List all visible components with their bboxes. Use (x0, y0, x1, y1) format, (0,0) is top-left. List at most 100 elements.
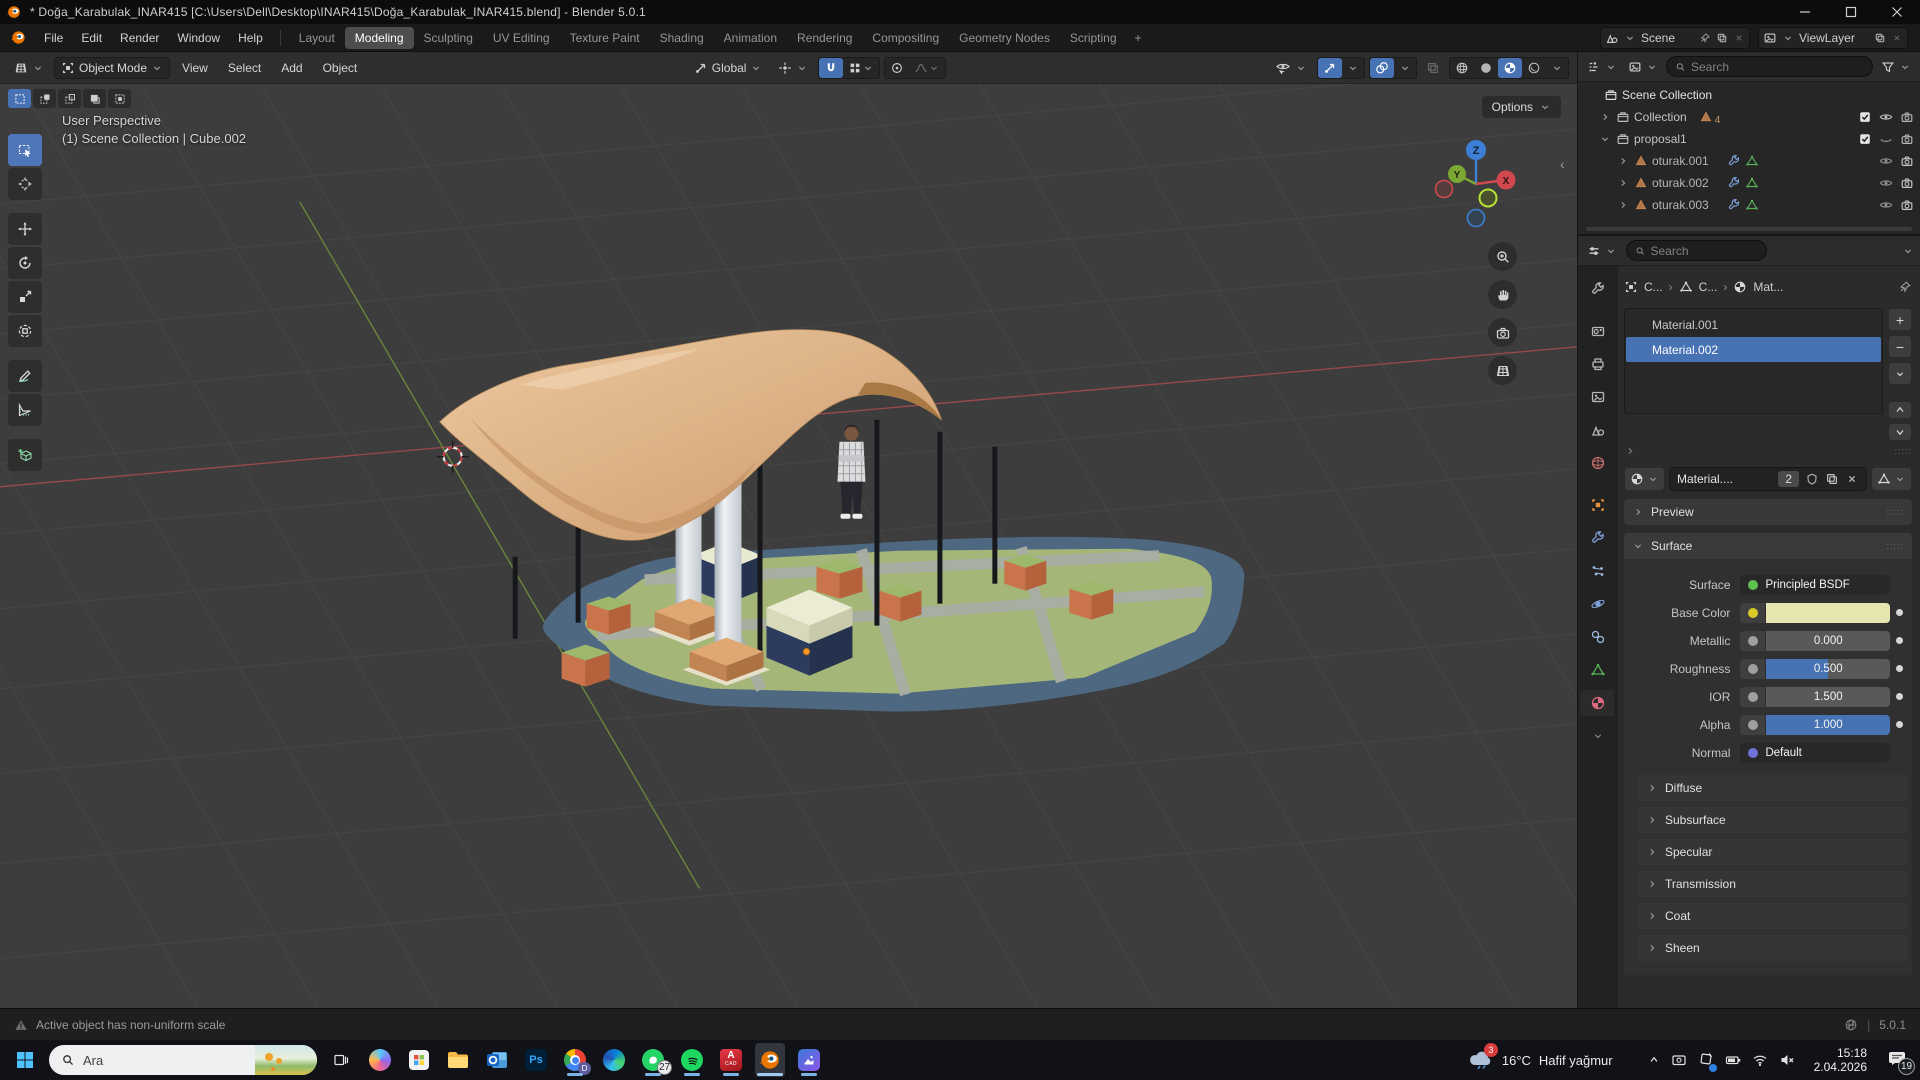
breadcrumb-mesh[interactable]: C... (1699, 280, 1718, 294)
screen-cast-icon[interactable] (1671, 1052, 1687, 1068)
shading-material-preview-button[interactable] (1498, 58, 1522, 78)
panel-grip[interactable]: ::::: (1886, 541, 1904, 551)
viewport-canvas[interactable]: User Perspective (1) Scene Collection | … (0, 84, 1577, 1008)
delete-scene-icon[interactable] (1733, 32, 1745, 44)
select-subtract-button[interactable] (58, 89, 81, 108)
proportional-editing-toggle[interactable] (885, 58, 909, 78)
panel-surface[interactable]: Surface ::::: (1624, 533, 1912, 559)
workspace-tab-modeling[interactable]: Modeling (345, 27, 414, 49)
3d-viewport[interactable]: Object Mode View Select Add Object Globa… (0, 52, 1578, 1008)
alpha-slider[interactable]: 1.000 (1766, 715, 1890, 735)
scene-selector[interactable]: Scene (1600, 27, 1750, 49)
base-color-socket[interactable] (1740, 603, 1766, 623)
alpha-socket[interactable] (1740, 715, 1766, 735)
workspace-tab-rendering[interactable]: Rendering (787, 27, 862, 49)
snap-toggle[interactable] (819, 58, 843, 78)
menu-render[interactable]: Render (111, 27, 168, 49)
panel-coat[interactable]: Coat (1638, 903, 1908, 929)
tab-physics[interactable] (1582, 591, 1614, 617)
view-layer-selector[interactable]: ViewLayer (1758, 27, 1908, 49)
tab-strip-overflow-chevron[interactable] (1582, 723, 1614, 749)
orthographic-toggle-button[interactable] (1488, 356, 1517, 385)
animate-roughness-dot[interactable] (1890, 665, 1908, 672)
fake-user-shield-icon[interactable] (1805, 472, 1819, 486)
shading-wireframe-button[interactable] (1450, 58, 1474, 78)
tab-object[interactable] (1582, 492, 1614, 518)
proportional-falloff-dropdown[interactable] (909, 58, 945, 78)
menu-add[interactable]: Add (273, 57, 310, 79)
checkbox-icon[interactable] (1858, 110, 1872, 124)
tab-object-data[interactable] (1582, 657, 1614, 683)
camera-render-icon[interactable] (1900, 176, 1914, 190)
camera-render-icon[interactable] (1900, 198, 1914, 212)
metallic-socket[interactable] (1740, 631, 1766, 651)
camera-view-button[interactable] (1488, 318, 1517, 347)
tool-move[interactable] (8, 213, 42, 245)
whatsapp-icon[interactable]: 27 (638, 1043, 668, 1077)
camera-render-icon[interactable] (1900, 154, 1914, 168)
outliner-filter-dropdown[interactable] (1878, 58, 1914, 76)
properties-search[interactable] (1626, 240, 1767, 261)
menu-view[interactable]: View (174, 57, 216, 79)
menu-edit[interactable]: Edit (72, 27, 111, 49)
material-slot-001[interactable]: Material.001 (1626, 312, 1881, 337)
workspace-tab-animation[interactable]: Animation (714, 27, 787, 49)
shading-dropdown[interactable] (1546, 58, 1568, 78)
blender-app-menu-icon[interactable] (10, 29, 27, 46)
weather-widget[interactable]: 3 16°C Hafif yağmur (1468, 1049, 1613, 1072)
unlink-icon[interactable] (1845, 472, 1859, 486)
metallic-slider[interactable]: 0.000 (1766, 631, 1890, 651)
3d-scene[interactable] (0, 84, 1577, 1007)
outliner-row-oturak-001[interactable]: oturak.001 (1578, 150, 1920, 172)
eye-icon[interactable] (1879, 110, 1893, 124)
copilot-icon[interactable] (365, 1043, 395, 1077)
task-view-button[interactable] (326, 1043, 356, 1077)
normal-button[interactable]: Default (1740, 743, 1890, 763)
workspace-tab-texture-paint[interactable]: Texture Paint (560, 27, 650, 49)
chrome-icon[interactable]: D (560, 1043, 590, 1077)
breadcrumb-material[interactable]: Mat... (1753, 280, 1783, 294)
animate-base-color-dot[interactable] (1890, 609, 1908, 616)
photos-icon[interactable] (794, 1043, 824, 1077)
tab-material[interactable] (1582, 690, 1614, 716)
file-explorer-icon[interactable] (443, 1043, 473, 1077)
tab-output[interactable] (1582, 351, 1614, 377)
region-collapse-arrow[interactable]: ‹ (1560, 156, 1565, 172)
workspace-tab-compositing[interactable]: Compositing (862, 27, 949, 49)
mode-dropdown[interactable]: Object Mode (54, 57, 170, 79)
blender-taskbar-icon[interactable] (755, 1043, 785, 1077)
menu-object[interactable]: Object (315, 57, 366, 79)
taskbar-search[interactable] (49, 1045, 317, 1075)
browse-material-button[interactable] (1624, 467, 1665, 491)
roughness-slider[interactable]: 0.500 (1766, 659, 1890, 679)
menu-window[interactable]: Window (168, 27, 229, 49)
animate-alpha-dot[interactable] (1890, 721, 1908, 728)
taskbar-search-input[interactable] (83, 1053, 213, 1068)
visibility-dropdown[interactable] (1269, 57, 1313, 79)
shading-solid-button[interactable] (1474, 58, 1498, 78)
new-view-layer-icon[interactable] (1874, 32, 1886, 44)
start-button[interactable] (10, 1043, 40, 1077)
tool-transform[interactable] (8, 315, 42, 347)
outliner-row-oturak-003[interactable]: oturak.003 (1578, 194, 1920, 216)
pin-icon[interactable] (1898, 280, 1912, 294)
expand-chevron[interactable] (1616, 199, 1630, 211)
wifi-icon[interactable] (1752, 1052, 1768, 1068)
material-slot-002[interactable]: Material.002 (1626, 337, 1881, 362)
transform-orientation-dropdown[interactable]: Global (688, 58, 769, 78)
tab-scene[interactable] (1582, 417, 1614, 443)
editor-type-button[interactable] (8, 58, 50, 78)
chevron-down-icon[interactable] (1902, 245, 1914, 257)
pin-icon[interactable] (1699, 32, 1711, 44)
slot-specials-button[interactable] (1888, 362, 1912, 385)
add-slot-button[interactable]: + (1888, 308, 1912, 331)
outliner-row-scene-collection[interactable]: Scene Collection (1578, 84, 1920, 106)
tab-modifiers[interactable] (1582, 525, 1614, 551)
base-color-swatch[interactable] (1766, 603, 1890, 623)
workspace-tab-layout[interactable]: Layout (289, 27, 345, 49)
tool-scale[interactable] (8, 281, 42, 313)
outliner-row-oturak-002[interactable]: oturak.002 (1578, 172, 1920, 194)
new-material-icon[interactable] (1825, 472, 1839, 486)
outliner-row-proposal1[interactable]: proposal1 (1578, 128, 1920, 150)
tab-render[interactable] (1582, 318, 1614, 344)
